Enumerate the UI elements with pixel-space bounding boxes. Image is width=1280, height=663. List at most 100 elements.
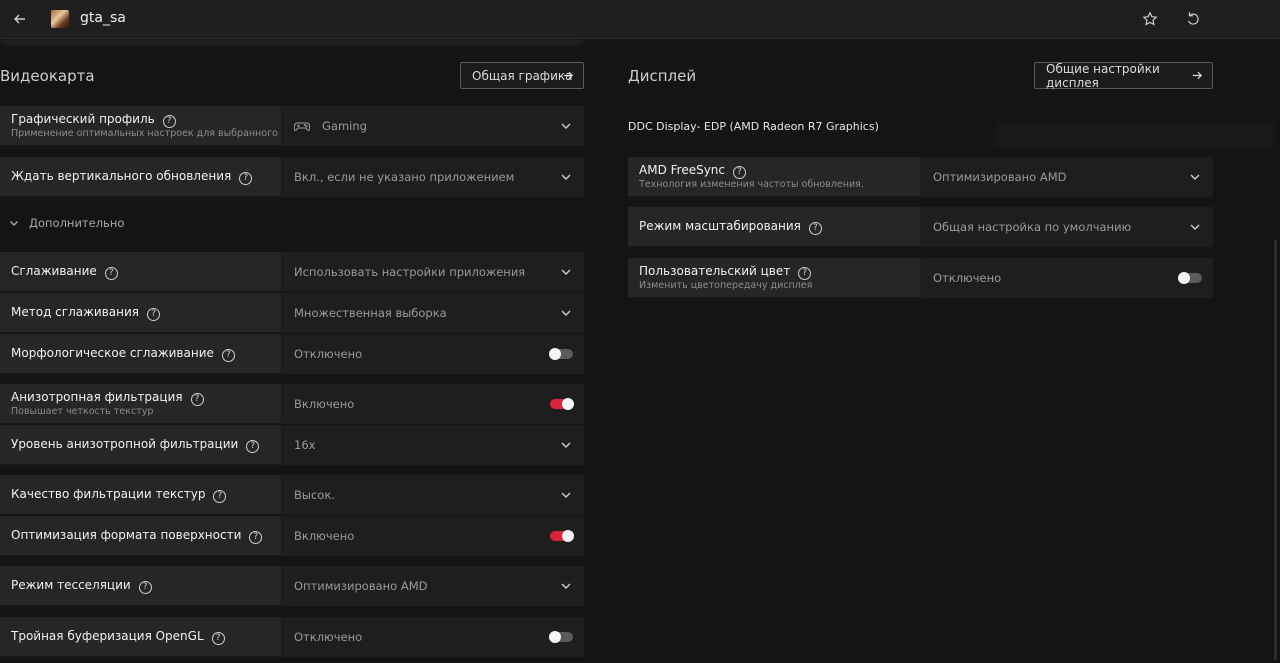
- freesync-dropdown[interactable]: Оптимизировано AMD: [920, 157, 1213, 197]
- aa-method-dropdown[interactable]: Множественная выборка: [281, 293, 584, 333]
- triple-buffering-toggle[interactable]: [549, 631, 573, 643]
- setting-sublabel: Изменить цветопередачу дисплея: [639, 280, 813, 291]
- setting-sublabel: Технология изменения частоты обновления.: [639, 179, 864, 190]
- surface-format-toggle[interactable]: [550, 530, 574, 542]
- triple-buffering-value: Отключено: [294, 630, 363, 644]
- chevron-down-icon: [561, 492, 571, 498]
- arrow-left-icon[interactable]: [10, 9, 30, 29]
- setting-label: Режим тесселяции?: [11, 578, 152, 594]
- setting-label: Сглаживание?: [11, 264, 118, 280]
- setting-label-group: Тройная буферизация OpenGL?: [11, 617, 291, 657]
- setting-label-text: Метод сглаживания: [11, 305, 140, 319]
- morphological-aa-cell: Отключено: [281, 334, 584, 374]
- scaling-mode-value: Общая настройка по умолчанию: [933, 220, 1132, 234]
- anisotropic-toggle[interactable]: [550, 398, 574, 410]
- tessellation-dropdown[interactable]: Оптимизировано AMD: [281, 566, 584, 606]
- triple-buffering-cell: Отключено: [281, 617, 584, 657]
- setting-label: Оптимизация формата поверхности?: [11, 528, 263, 544]
- help-icon[interactable]: ?: [798, 267, 812, 280]
- setting-label-group: Пользовательский цвет? Изменить цветопер…: [639, 258, 919, 298]
- setting-label-text: AMD FreeSync: [639, 163, 726, 177]
- setting-row-graphics-profile: Графический профиль? Применение оптималь…: [0, 106, 584, 146]
- advanced-expander[interactable]: Дополнительно: [9, 216, 124, 230]
- general-display-settings-label: Общие настройки дисплея: [1046, 61, 1160, 90]
- setting-row-anisotropic-level: Уровень анизотропной фильтрации? 16x: [0, 425, 584, 465]
- setting-label-text: Пользовательский цвет: [639, 264, 791, 278]
- general-graphics-label: Общая графика: [472, 68, 573, 83]
- graphics-profile-value: Gaming: [322, 119, 367, 133]
- advanced-label: Дополнительно: [29, 216, 125, 230]
- help-icon[interactable]: ?: [162, 115, 176, 128]
- texture-quality-value: Высок.: [294, 488, 335, 502]
- setting-row-triple-buffering: Тройная буферизация OpenGL? Отключено: [0, 617, 584, 657]
- arrow-right-icon: [1192, 71, 1203, 80]
- scaling-mode-dropdown[interactable]: Общая настройка по умолчанию: [920, 207, 1213, 247]
- help-icon[interactable]: ?: [221, 349, 235, 362]
- general-graphics-button[interactable]: Общая графика: [460, 62, 584, 89]
- setting-row-vsync: Ждать вертикального обновления? Вкл., ес…: [0, 157, 584, 197]
- setting-label-group: Морфологическое сглаживание?: [11, 334, 291, 374]
- setting-row-aa-method: Метод сглаживания? Множественная выборка: [0, 293, 584, 333]
- setting-label-group: Уровень анизотропной фильтрации?: [11, 425, 291, 465]
- aa-method-value: Множественная выборка: [294, 306, 447, 320]
- custom-color-toggle[interactable]: [1178, 272, 1202, 284]
- setting-label: Морфологическое сглаживание?: [11, 346, 235, 362]
- setting-label-text: Уровень анизотропной фильтрации: [11, 437, 239, 451]
- help-icon[interactable]: ?: [808, 222, 822, 235]
- setting-row-tessellation: Режим тесселяции? Оптимизировано AMD: [0, 566, 584, 606]
- custom-color-value: Отключено: [933, 271, 1002, 285]
- surface-format-value: Включено: [294, 529, 355, 543]
- help-icon[interactable]: ?: [213, 490, 227, 503]
- star-icon[interactable]: [1141, 10, 1159, 28]
- anisotropic-level-dropdown[interactable]: 16x: [281, 425, 584, 465]
- setting-label: Ждать вертикального обновления?: [11, 169, 253, 185]
- chevron-down-icon: [10, 221, 18, 226]
- arrow-right-icon: [563, 71, 574, 80]
- top-bar: gta_sa: [0, 0, 1280, 39]
- graphics-profile-dropdown[interactable]: Gaming: [281, 106, 584, 146]
- scrollbar[interactable]: [1274, 240, 1277, 660]
- setting-label-text: Ждать вертикального обновления: [11, 169, 232, 183]
- chevron-down-icon: [561, 310, 571, 316]
- setting-label: Тройная буферизация OpenGL?: [11, 629, 225, 645]
- help-icon[interactable]: ?: [138, 581, 152, 594]
- toggle-knob: [549, 348, 561, 360]
- texture-quality-dropdown[interactable]: Высок.: [281, 475, 584, 515]
- antialiasing-dropdown[interactable]: Использовать настройки приложения: [281, 252, 584, 292]
- setting-label-text: Качество фильтрации текстур: [11, 487, 206, 501]
- setting-label-text: Оптимизация формата поверхности: [11, 528, 242, 542]
- display-name: DDC Display- EDP (AMD Radeon R7 Graphics…: [628, 120, 879, 133]
- antialiasing-value: Использовать настройки приложения: [294, 265, 526, 279]
- chevron-down-icon: [561, 442, 571, 448]
- setting-label-group: Графический профиль? Применение оптималь…: [11, 106, 314, 146]
- reset-icon[interactable]: [1184, 10, 1202, 28]
- setting-label: Метод сглаживания?: [11, 305, 161, 321]
- setting-label-group: Оптимизация формата поверхности?: [11, 516, 291, 556]
- chevron-down-icon: [561, 174, 571, 180]
- general-display-settings-button[interactable]: Общие настройки дисплея: [1034, 61, 1213, 90]
- freesync-value: Оптимизировано AMD: [933, 170, 1067, 184]
- setting-label-text: Тройная буферизация OpenGL: [11, 629, 204, 643]
- setting-row-texture-quality: Качество фильтрации текстур? Высок.: [0, 475, 584, 515]
- help-icon[interactable]: ?: [147, 308, 161, 321]
- help-icon[interactable]: ?: [239, 172, 253, 185]
- help-icon[interactable]: ?: [211, 632, 225, 645]
- page-title: gta_sa: [80, 10, 126, 26]
- setting-label: Качество фильтрации текстур?: [11, 487, 227, 503]
- help-icon[interactable]: ?: [246, 440, 260, 453]
- help-icon[interactable]: ?: [190, 393, 204, 406]
- setting-label-text: Морфологическое сглаживание: [11, 346, 214, 360]
- help-icon[interactable]: ?: [249, 531, 263, 544]
- backdrop-shape: [0, 40, 584, 44]
- chevron-down-icon: [561, 583, 571, 589]
- setting-label-group: Режим масштабирования?: [639, 207, 919, 247]
- setting-label: Пользовательский цвет?: [639, 264, 812, 280]
- help-icon[interactable]: ?: [733, 166, 747, 179]
- help-icon[interactable]: ?: [104, 267, 118, 280]
- vsync-dropdown[interactable]: Вкл., если не указано приложением: [281, 157, 584, 197]
- setting-label-group: Ждать вертикального обновления?: [11, 157, 291, 197]
- morphological-aa-toggle[interactable]: [549, 348, 573, 360]
- game-thumbnail-icon: [51, 10, 69, 28]
- setting-label-text: Сглаживание: [11, 264, 97, 278]
- anisotropic-value: Включено: [294, 397, 355, 411]
